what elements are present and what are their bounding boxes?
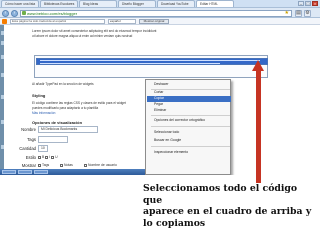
style-label: Estilo bbox=[25, 155, 36, 160]
caption-line: aparece en el cuadro de arriba y bbox=[143, 206, 312, 217]
translate-notice: Esta página ha sido traducida al español bbox=[10, 19, 105, 24]
browser-tab[interactable]: Diseño Blogger bbox=[118, 0, 156, 7]
address-url: www.bebloo.com/es/blogger bbox=[27, 10, 78, 16]
option-notes[interactable]: Notas bbox=[60, 163, 73, 167]
browser-tab-active[interactable]: Editar HTML bbox=[196, 0, 234, 7]
annotation-arrow bbox=[256, 70, 261, 183]
translate-bar: Esta página ha sido traducida al español… bbox=[0, 18, 320, 25]
close-window-button[interactable]: × bbox=[312, 1, 318, 6]
selected-code[interactable] bbox=[36, 58, 268, 65]
tags-input[interactable] bbox=[38, 136, 68, 143]
count-label: Cantidad bbox=[19, 146, 36, 151]
browser-screenshot: Cómo hacer una lista Bibliotecas Escolar… bbox=[0, 0, 320, 175]
caption-line: Seleccionamos todo el código que bbox=[143, 183, 298, 206]
options-heading: Opciones de visualización bbox=[32, 120, 83, 125]
more-info-link[interactable]: Más información bbox=[32, 111, 92, 115]
side-panel bbox=[0, 25, 4, 175]
context-menu: Deshacer Cortar Copiar Pegar Eliminar Op… bbox=[145, 79, 231, 175]
page-menu-icon[interactable]: ▤ bbox=[295, 9, 302, 17]
blogger-logo-icon bbox=[2, 19, 7, 24]
menu-item-cut[interactable]: Cortar bbox=[147, 90, 231, 96]
back-arrow-icon[interactable]: ‹ bbox=[2, 9, 9, 17]
browser-tab[interactable]: Download YouTube bbox=[157, 0, 195, 7]
menu-item-select-all[interactable]: Seleccionar todo bbox=[147, 130, 231, 136]
maximize-button[interactable]: □ bbox=[305, 1, 311, 6]
navigation-bar: ‹ › www.bebloo.com/es/blogger ★ ▤ ⚙ bbox=[0, 8, 320, 18]
window-controls: – □ × bbox=[298, 1, 318, 6]
browser-tab[interactable]: Bibliotecas Escolares bbox=[40, 0, 78, 7]
count-input[interactable]: 10 bbox=[38, 145, 48, 152]
option-tags[interactable]: Tags bbox=[38, 163, 49, 167]
taskbar-item[interactable] bbox=[34, 170, 48, 174]
styling-text: El código contiene las reglas CSS y clas… bbox=[32, 101, 126, 105]
start-button[interactable] bbox=[2, 170, 16, 174]
option-username[interactable]: Nombre de usuario bbox=[84, 163, 117, 167]
menu-item-delete[interactable]: Eliminar bbox=[147, 108, 231, 114]
style-options[interactable]: B I U bbox=[38, 155, 58, 159]
tags-label: Tags bbox=[27, 137, 36, 142]
menu-item-paste[interactable]: Pegar bbox=[147, 102, 231, 108]
menu-item-copy[interactable]: Copiar bbox=[147, 96, 231, 102]
taskbar bbox=[0, 169, 145, 175]
address-bar[interactable]: www.bebloo.com/es/blogger ★ bbox=[20, 9, 292, 17]
intro-text: ut labore et dolore magna aliqua ut enim… bbox=[32, 34, 133, 38]
name-input[interactable]: Mi Delicious Bookmarks bbox=[38, 126, 98, 133]
menu-item-inspect[interactable]: Inspeccionar elemento bbox=[147, 150, 231, 156]
bookmark-star-icon[interactable]: ★ bbox=[285, 10, 289, 17]
browser-tab[interactable]: Blog Ideas bbox=[79, 0, 117, 7]
taskbar-item[interactable] bbox=[18, 170, 32, 174]
wrench-icon[interactable]: ⚙ bbox=[304, 9, 311, 17]
caption-line: lo copiamos bbox=[143, 217, 206, 229]
tab-bar: Cómo hacer una lista Bibliotecas Escolar… bbox=[0, 0, 320, 8]
menu-item-spellcheck[interactable]: Opciones del corrector ortográfico bbox=[147, 118, 231, 124]
menu-item-undo[interactable]: Deshacer bbox=[147, 82, 231, 88]
browser-tab[interactable]: Cómo hacer una lista bbox=[1, 0, 39, 7]
forward-arrow-icon[interactable]: › bbox=[11, 9, 18, 17]
styling-heading: Styling bbox=[32, 93, 46, 98]
menu-item-search-google[interactable]: Buscar en Google bbox=[147, 138, 231, 144]
name-label: Nombre bbox=[21, 127, 36, 132]
language-select[interactable]: español bbox=[108, 19, 136, 24]
show-label: Mostrar bbox=[21, 163, 36, 168]
show-original-button[interactable]: Mostrar original bbox=[139, 19, 169, 24]
after-code-text: Al añadir TypePad en la sección de widge… bbox=[32, 82, 94, 86]
instruction-caption: Seleccionamos todo el código que aparece… bbox=[143, 183, 318, 229]
intro-text: Lorem ipsum dolor sit amet consectetur a… bbox=[32, 29, 157, 33]
minimize-button[interactable]: – bbox=[298, 1, 304, 6]
page-icon bbox=[22, 11, 26, 15]
styling-text: puedes modificarlo para adaptarlo a tu p… bbox=[32, 106, 99, 110]
